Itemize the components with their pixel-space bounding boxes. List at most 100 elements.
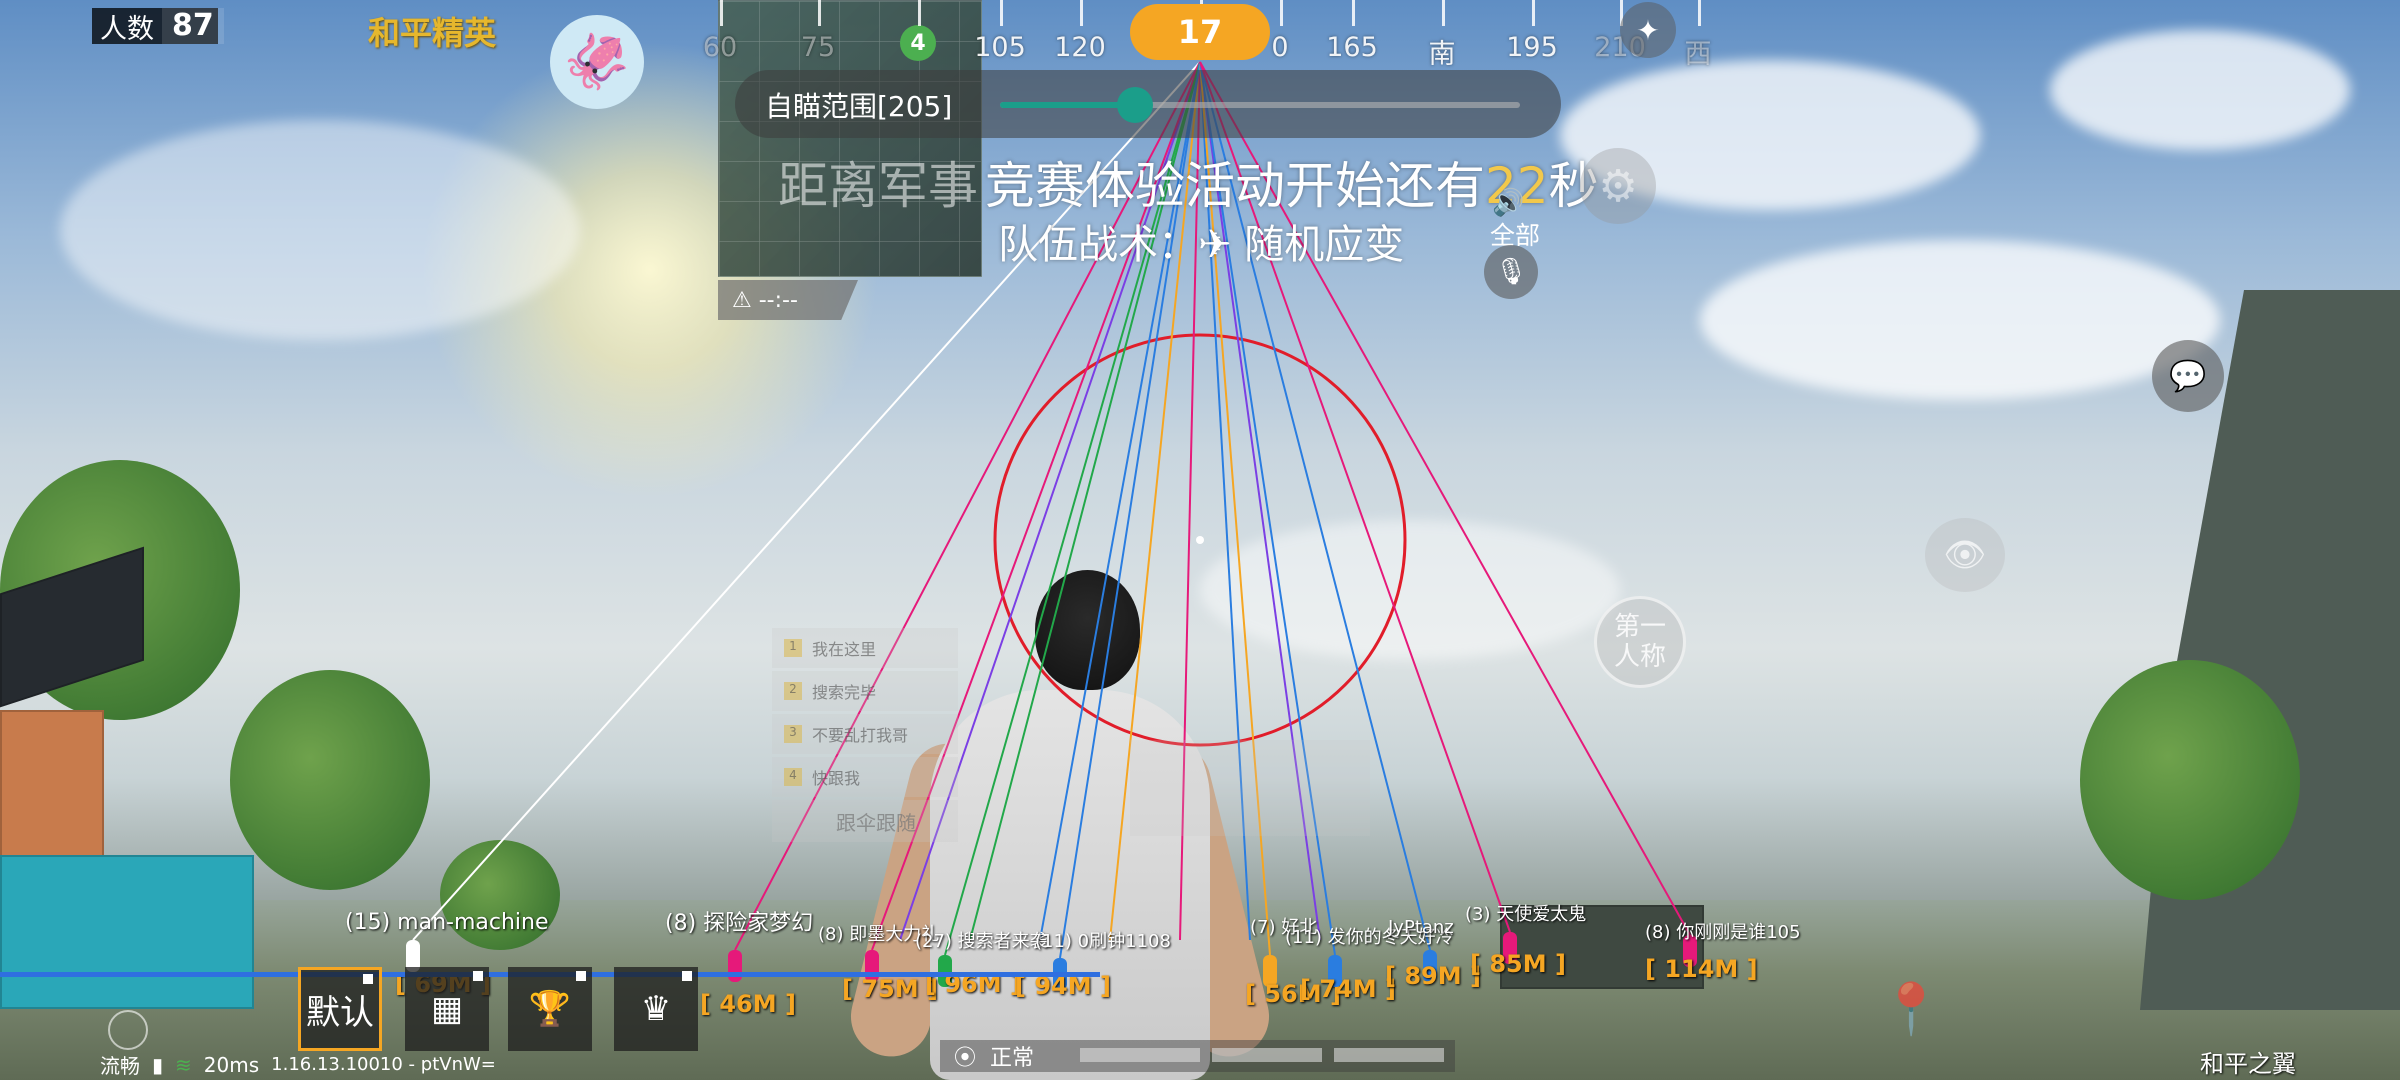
equip-slot-label: 默认 [306,992,374,1033]
enemy-name: (27) 搜索者来袭 [915,931,1048,952]
enemy-name: (8) 探险家梦幻 [665,911,814,936]
squid-icon[interactable]: 🦑 [550,15,644,109]
first-person-line2: 人称 [1613,642,1666,672]
quick-message-item[interactable]: 1 我在这里 [772,628,958,668]
compass-tick [1352,0,1355,26]
equip-slot-trophy-icon[interactable]: 🏆 [508,967,592,1051]
quick-message-item[interactable]: 4 快跟我 [772,757,958,797]
enemy-name: JyPtanz [1388,917,1454,938]
equip-slot-crown-icon[interactable]: ♛ [614,967,698,1051]
compass-tick [1442,0,1445,26]
trophy-icon: 🏆 [528,989,572,1029]
player-count-label: 人数 [100,13,154,45]
quick-message-index: 3 [784,725,802,743]
mic-muted-icon[interactable]: 🎙 [1484,245,1538,299]
faded-panel [1130,740,1370,836]
compass-tick [1280,0,1283,26]
lock-icon [576,971,586,981]
aim-range-label: 自瞄范围[205] [765,90,953,123]
gear-icon[interactable]: ⚙ [1580,148,1656,224]
enemy-figure [728,950,742,982]
quick-message-text: 搜索完毕 [812,683,877,702]
compass-label: 西 [1684,39,1712,70]
enemy-name: (8) 你刚刚是谁105 [1645,922,1801,943]
enemy-distance: [ 46M ] [700,990,796,1018]
equip-slot-default-preset[interactable]: 默认 [298,967,382,1051]
fluency-label: 流畅 [100,1054,140,1078]
quick-message-text: 我在这里 [812,640,877,659]
aim-range-panel: 自瞄范围[205] [735,70,1561,138]
compass-label: 195 [1506,32,1558,63]
quick-message-item[interactable]: 3 不要乱打我哥 [772,714,958,754]
mode-label: 正常 [990,1046,1035,1071]
compass-label: 105 [974,32,1026,63]
mode-icon: ⦿ [954,1046,990,1071]
aim-range-knob[interactable] [1117,87,1154,123]
enemy-distance: [ 74M ] [1300,975,1396,1003]
equip-slot-pattern-icon[interactable]: ▦ [405,967,489,1051]
compass-label: 60 [702,32,738,63]
eye-icon[interactable]: 👁 [1925,518,2005,592]
mode-segment [1080,1048,1200,1062]
first-person-toggle[interactable]: 第一 人称 [1594,596,1686,688]
wifi-icon: ≋ [175,1052,192,1077]
container [0,710,104,864]
enemy-distance: [ 85M ] [1470,950,1566,978]
first-person-line1: 第一 [1613,612,1666,642]
zone-timer: ⚠ --:-- [718,280,858,320]
compass-tick [918,0,921,26]
enemy-distance: [ 89M ] [1385,962,1481,990]
clock-icon [108,1010,148,1050]
quick-message-index: 1 [784,639,802,657]
version-text: 1.16.13.10010 - ptVnW= [271,1054,496,1075]
mode-segment [1212,1048,1322,1062]
compass-tick [1698,0,1701,26]
battery-icon: ▮ [152,1052,164,1077]
tree [230,670,430,890]
enemy-name: (11) 0刷钟1108 [1035,931,1171,952]
compass-tick [1000,0,1003,26]
event-countdown-prefix: 竞赛体验活动开始还有 [985,157,1485,215]
cloud [1700,240,2220,400]
zone-distance-text: 距离军事 [778,157,978,215]
quick-message-index: 2 [784,682,802,700]
compass-tick [720,0,723,26]
crown-icon: ♛ [640,989,672,1029]
quick-message-index: 4 [784,768,802,786]
enemy-distance: [ 75M ] [842,975,938,1003]
lock-icon [363,974,373,984]
compass-tick [818,0,821,26]
status-row: 流畅 ▮ ≋ 20ms 1.16.13.10010 - ptVnW= [100,1050,496,1079]
cloud [60,120,580,340]
player-head [1035,570,1140,690]
mode-segment [1334,1048,1444,1062]
player-count-value: 87 [162,8,224,44]
zone-timer-text: --:-- [758,287,798,313]
aim-range-slider[interactable] [1000,87,1520,123]
chat-icon[interactable]: 💬 [2152,340,2224,412]
player-count: 人数 87 [92,8,224,45]
lock-icon [473,971,483,981]
follow-parachute-button[interactable]: 跟伞跟随 [772,800,958,842]
game-logo: 和平精英 [368,14,497,52]
ping-value: 20ms [203,1052,260,1077]
compass-tick [1080,0,1083,26]
compass-tick [1532,0,1535,26]
grenade-icon[interactable]: ✦ [1620,2,1676,58]
quick-message-list: 1 我在这里 2 搜索完毕 3 不要乱打我哥 4 快跟我 [772,628,958,800]
mode-bar: ⦿ 正常 [940,1040,1455,1072]
cloud [1200,520,1620,660]
location-pin-icon[interactable]: 📍 [1880,980,1942,1050]
watermark: 和平之翼 [2200,1050,2296,1078]
container [0,855,254,1009]
enemy-name: (3) 天使爱太鬼 [1465,904,1587,925]
quick-message-item[interactable]: 2 搜索完毕 [772,671,958,711]
compass-label: 南 [1428,39,1456,70]
compass-label: 75 [800,32,836,63]
lock-icon [682,971,692,981]
speaker-icon[interactable]: 🔊 [1492,188,1536,218]
enemy-distance: [ 114M ] [1645,955,1758,983]
team-tactic: 队伍战术：✈ 随机应变 [998,222,1405,268]
heading-indicator: 17 [1130,4,1270,60]
pattern-icon: ▦ [430,989,464,1029]
